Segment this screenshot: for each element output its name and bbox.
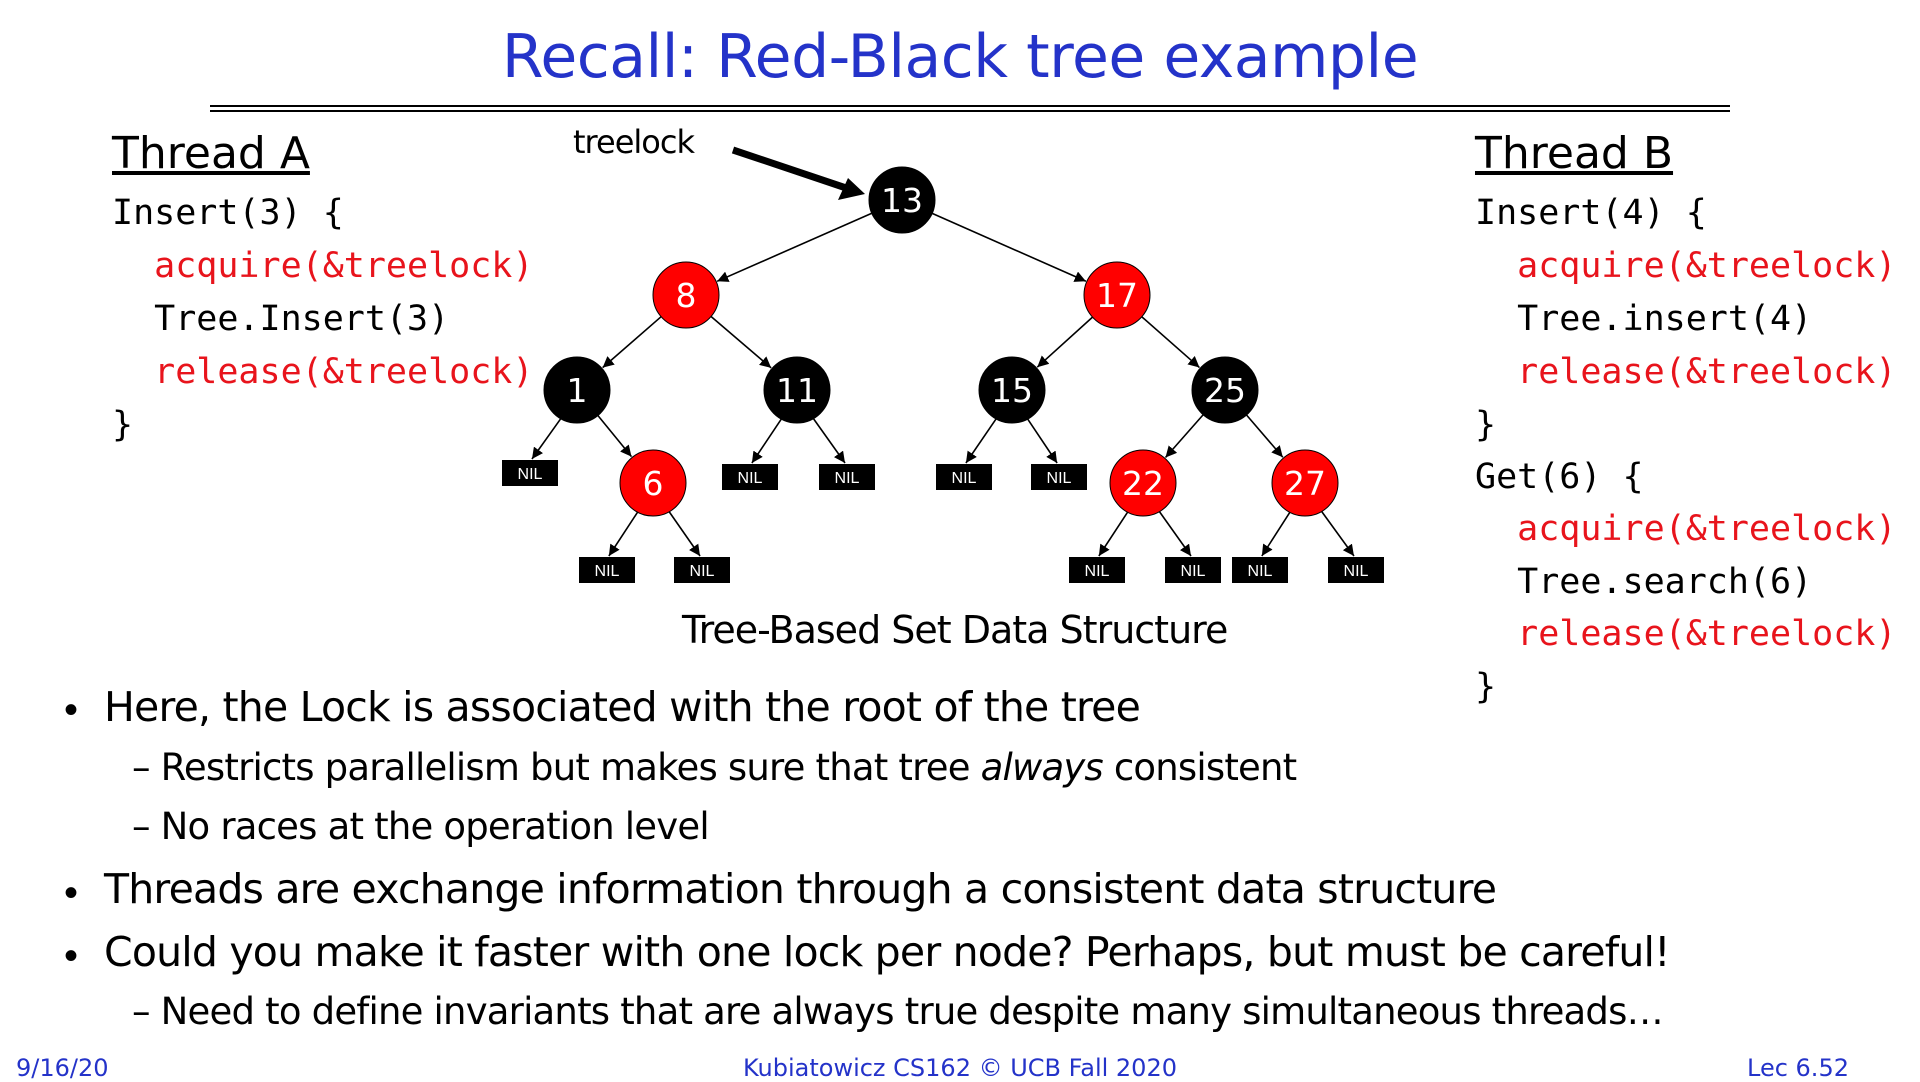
tree-edge <box>1245 414 1284 458</box>
sub-bullet-1: – Restricts parallelism but makes sure t… <box>132 746 1297 789</box>
nil-leaf: NIL <box>819 464 875 490</box>
bullet-dot-3: • <box>64 934 79 978</box>
tree-node-22: 22 <box>1109 449 1177 517</box>
nil-label: NIL <box>518 466 543 483</box>
node-label: 13 <box>881 181 923 220</box>
tree-edge <box>751 418 782 464</box>
nil-leaf: NIL <box>1328 557 1384 583</box>
node-label: 1 <box>567 371 588 410</box>
tree-edge <box>1027 418 1058 464</box>
sub-bullet-1-text-b: consistent <box>1102 746 1297 789</box>
nil-label: NIL <box>1181 563 1206 580</box>
nil-label: NIL <box>1047 470 1072 487</box>
tree-edge <box>1036 316 1094 368</box>
tree-edge <box>602 316 662 369</box>
node-label: 27 <box>1284 464 1326 503</box>
nil-label: NIL <box>1344 563 1369 580</box>
tree-nodes: 138 171 11 15 256 22 27 <box>543 166 1339 517</box>
nil-leaf: NIL <box>722 464 778 490</box>
tree-edge <box>597 415 633 458</box>
treelock-arrow-shaft <box>731 146 860 196</box>
footer-course: Kubiatowicz CS162 © UCB Fall 2020 <box>742 1054 1177 1082</box>
sub-bullet-1-text-a: Restricts parallelism but makes sure tha… <box>160 746 981 789</box>
node-label: 8 <box>676 276 697 315</box>
nil-label: NIL <box>738 470 763 487</box>
nil-label: NIL <box>835 470 860 487</box>
sub-bullet-3-text: Need to define invariants that are alway… <box>160 990 1664 1033</box>
tree-node-15: 15 <box>978 356 1046 424</box>
bullet-2: Threads are exchange information through… <box>104 865 1497 913</box>
sub-bullet-3: – Need to define invariants that are alw… <box>132 990 1664 1033</box>
tree-edge <box>1141 316 1200 369</box>
node-label: 15 <box>991 371 1033 410</box>
sub-bullet-1-emphasis: always <box>980 746 1104 789</box>
tree-edge <box>716 212 873 283</box>
tree-node-8: 8 <box>652 261 720 329</box>
footer-lecture: Lec 6.52 <box>1747 1054 1849 1082</box>
diagram-caption: Tree-Based Set Data Structure <box>682 608 1228 652</box>
tree-edge <box>1261 511 1291 557</box>
nil-label: NIL <box>595 563 620 580</box>
nil-label: NIL <box>1248 563 1273 580</box>
tree-edge <box>668 511 701 557</box>
tree-edge <box>531 418 562 460</box>
nil-leaf: NIL <box>1031 464 1087 490</box>
tree-edge <box>931 212 1087 282</box>
node-label: 11 <box>776 371 818 410</box>
nil-leaf: NIL <box>1165 557 1221 583</box>
bullet-dot-1: • <box>64 688 79 732</box>
red-black-tree-diagram: NIL NIL NIL NIL NIL NIL NIL NIL NIL NIL NIL 13 8 17 1… <box>502 123 1384 583</box>
tree-edge <box>812 418 846 464</box>
treelock-label: treelock <box>573 123 695 161</box>
bullet-1: Here, the Lock is associated with the ro… <box>104 683 1141 731</box>
nil-label: NIL <box>1085 563 1110 580</box>
node-label: 25 <box>1204 371 1246 410</box>
node-label: 17 <box>1096 276 1138 315</box>
nil-leaf: NIL <box>579 557 635 583</box>
tree-edge <box>1098 511 1129 557</box>
node-label: 22 <box>1122 464 1164 503</box>
nil-leaf: NIL <box>936 464 992 490</box>
sub-bullet-2: – No races at the operation level <box>132 805 710 848</box>
tree-node-1: 1 <box>543 356 611 424</box>
tree-node-27: 27 <box>1271 449 1339 517</box>
nil-label: NIL <box>690 563 715 580</box>
node-label: 6 <box>643 464 664 503</box>
tree-node-6: 6 <box>619 449 687 517</box>
bullet-3: Could you make it faster with one lock p… <box>104 928 1671 976</box>
tree-node-11: 11 <box>763 356 831 424</box>
tree-node-25: 25 <box>1191 356 1259 424</box>
tree-edge <box>710 315 772 369</box>
tree-node-17: 17 <box>1083 261 1151 329</box>
nil-leaf: NIL <box>1232 557 1288 583</box>
tree-edge <box>1164 414 1204 459</box>
nil-label: NIL <box>952 470 977 487</box>
tree-edge <box>1158 511 1192 557</box>
nil-leaf: NIL <box>502 460 558 486</box>
tree-edge <box>965 418 997 464</box>
sub-bullet-2-text: No races at the operation level <box>160 805 710 848</box>
tree-edge <box>1321 510 1355 557</box>
tree-node-13: 13 <box>868 166 936 234</box>
nil-leaf: NIL <box>674 557 730 583</box>
nil-leaf: NIL <box>1069 557 1125 583</box>
bullet-dot-2: • <box>64 871 79 915</box>
tree-edge <box>608 511 639 557</box>
